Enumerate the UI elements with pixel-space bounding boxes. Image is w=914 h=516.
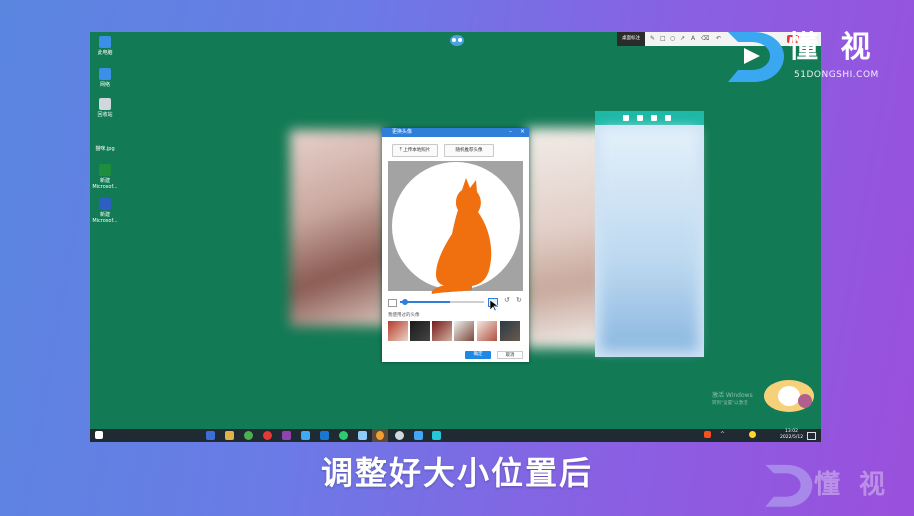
zoom-slider[interactable] [400,299,484,305]
undo-tool-icon[interactable]: ↶ [716,35,721,42]
close-icon[interactable]: × [520,128,525,135]
file-explorer-icon[interactable] [225,431,234,440]
desktop-icon-label: 新建 Microsof... [92,178,118,190]
tray-weather-icon[interactable] [749,431,756,438]
windows-start-icon[interactable] [95,431,103,439]
photoshop-icon[interactable] [301,431,310,440]
premiere-icon[interactable] [282,431,291,440]
history-avatar[interactable] [500,321,520,341]
settings-gear-icon[interactable] [395,431,404,440]
clock-date: 2022/5/12 [780,435,804,440]
dialog-titlebar: 更换头像 – × [382,128,529,137]
network-icon [99,68,111,80]
qq-panel-content [601,129,698,351]
desktop-icon-label: 此电脑 [97,50,113,56]
pen-tool-icon[interactable]: ✎ [650,35,655,42]
taskbar-media-icon[interactable] [432,431,441,440]
dialog-title: 更换头像 [392,129,413,135]
taskbar-doc-icon[interactable] [358,431,367,440]
weibo-icon[interactable] [263,431,272,440]
taskbar-store-icon[interactable] [414,431,423,440]
upload-local-photo-button[interactable]: ⤒ 上传本地照片 [392,144,438,157]
arrow-tool-icon[interactable]: ↗ [680,35,685,42]
desktop-icon-cat-jpg[interactable]: 猫咪.jpg [90,132,120,152]
skin-icon[interactable] [665,115,671,121]
desktop-icon-network[interactable]: 网络 [90,68,120,88]
wechat-icon[interactable] [339,431,348,440]
chrome-icon[interactable] [244,431,253,440]
recommend-label: 随机推荐头像 [455,148,483,153]
word-file-icon [99,198,111,210]
history-avatars-label: 我使用过的头像 [388,313,420,318]
history-avatar[interactable] [388,321,408,341]
watermark-play-icon [765,464,813,507]
crop-area[interactable] [388,161,523,294]
history-avatar[interactable] [432,321,452,341]
desktop-icon-recycle-bin[interactable]: 回收站 [90,98,120,118]
image-file-icon [99,132,111,144]
mouse-cursor-icon [490,300,498,312]
eraser-tool-icon[interactable]: ⌫ [701,35,709,42]
brand-watermark: 懂 视 [762,460,912,512]
text-tool-icon[interactable]: A [691,35,695,42]
taskbar: ^ 13:02 2022/5/12 [90,429,821,442]
qq-penguin-icon [376,431,384,440]
minimize-icon[interactable]: – [509,128,512,135]
rectangle-tool-icon[interactable]: □ [660,35,666,42]
watermark-line1: 激活 Windows [712,392,753,399]
desktop-icon-this-pc[interactable]: 此电脑 [90,36,120,56]
owl-app-icon[interactable] [450,35,464,46]
random-recommend-button[interactable]: 随机推荐头像 [444,144,494,157]
history-avatar[interactable] [410,321,430,341]
history-avatar[interactable] [477,321,497,341]
history-avatar[interactable] [454,321,474,341]
brand-play-icon [728,32,784,82]
tray-app-icon[interactable] [704,431,711,438]
brand-name: 懂 视 [788,30,877,65]
zoom-slider-thumb[interactable] [402,299,408,305]
recycle-bin-icon [99,98,111,110]
brand-domain: 51DONGSHI.COM [794,70,879,80]
cancel-button[interactable]: 取消 [497,351,523,359]
desktop-icon-label: 网络 [99,82,110,88]
upload-label: 上传本地照片 [403,148,431,153]
desktop-icon-label: 猫咪.jpg [95,146,115,152]
qq-panel-titlebar [595,111,704,125]
rotate-right-icon[interactable]: ↻ [516,296,522,304]
notification-icon[interactable] [807,432,816,440]
desktop-icon-excel[interactable]: 新建 Microsof... [90,164,120,190]
toolbar-label: 桌面标注 [617,32,645,46]
message-icon[interactable] [651,115,657,121]
crop-circle[interactable] [392,162,520,294]
ellipse-tool-icon[interactable]: ○ [670,35,675,42]
qq-taskbar-active[interactable] [372,429,388,442]
confirm-button[interactable]: 确定 [465,351,491,359]
brand-logo: 懂 视 51DONGSHI.COM [724,28,900,88]
watermark-brand-name: 懂 视 [814,470,891,500]
clock[interactable]: 13:02 2022/5/12 [780,429,803,441]
qq-panel [595,111,704,357]
desktop-icon-label: 回收站 [97,112,113,118]
blurred-photo-left [290,130,386,326]
cat-silhouette-icon [431,178,492,294]
tencent-video-icon[interactable] [320,431,329,440]
rotate-left-icon[interactable]: ↺ [504,296,510,304]
tray-chevron-icon[interactable]: ^ [720,431,725,438]
shirt-icon[interactable] [637,115,643,121]
fit-icon[interactable] [388,299,397,307]
mascot-sticker [760,376,818,416]
desktop-icon-label: 新建 Microsof... [92,212,118,224]
change-avatar-dialog: 更换头像 – × ⤒ 上传本地照片 随机推荐头像 ↺ ↻ 我使用过的头像 确定 … [382,128,529,362]
excel-file-icon [99,164,111,176]
video-frame: { "desktop": { "icons": [ {"label": "此电脑… [0,0,914,516]
activation-watermark: 激活 Windows 转到"设置"以激活 [712,392,753,408]
taskbar-app-icon[interactable] [206,431,215,440]
watermark-line2: 转到"设置"以激活 [712,401,748,406]
computer-icon [99,36,111,48]
star-icon[interactable] [623,115,629,121]
desktop-icon-word[interactable]: 新建 Microsof... [90,198,120,224]
